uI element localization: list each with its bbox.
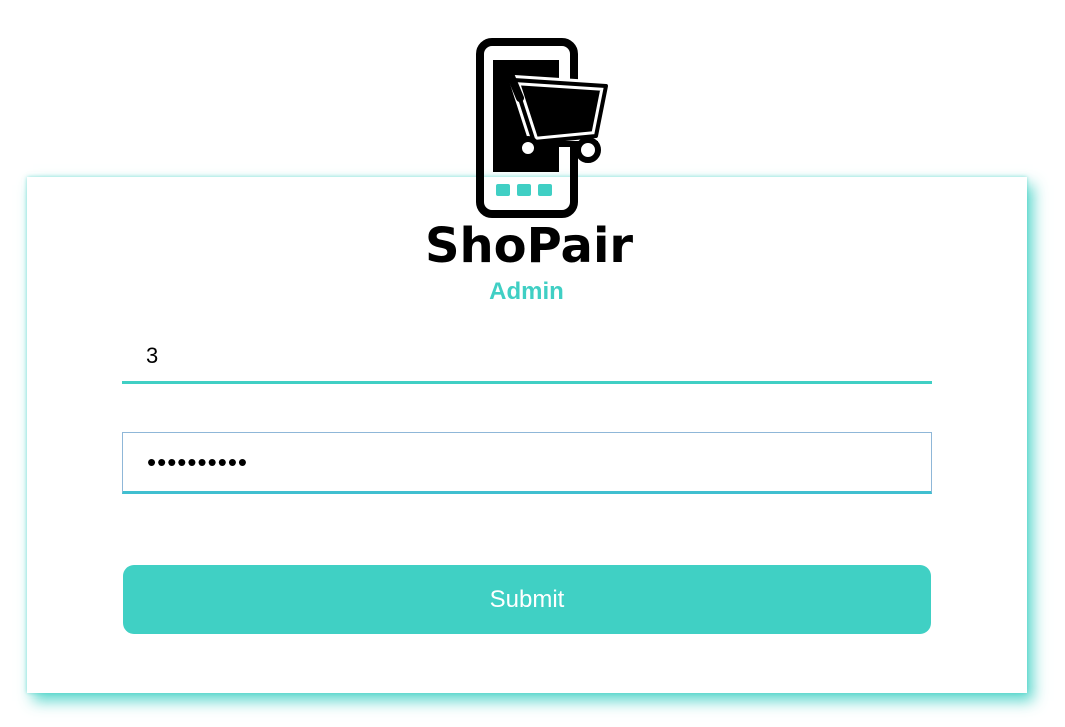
username-input[interactable]	[122, 330, 932, 384]
submit-button[interactable]: Submit	[123, 565, 931, 634]
brand-name: ShoPair	[425, 218, 633, 272]
brand-logo-text: ShoPair	[425, 218, 633, 272]
admin-subtitle: Admin	[489, 278, 564, 305]
password-input[interactable]	[122, 432, 932, 494]
